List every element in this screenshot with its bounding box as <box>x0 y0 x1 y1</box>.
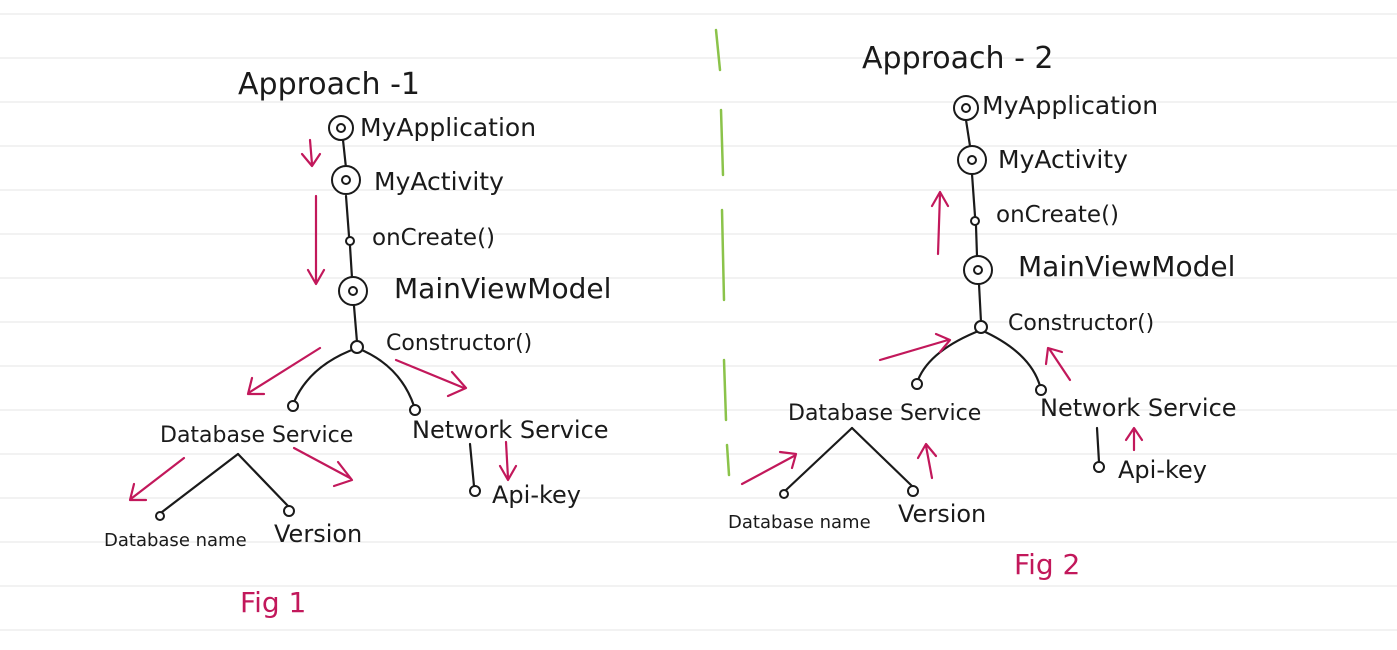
node-dot <box>155 511 165 521</box>
fig2-node-api-key: Api-key <box>1118 456 1207 484</box>
arrow-up-right <box>740 450 798 486</box>
edge <box>850 426 914 488</box>
fig1-node-database-service: Database Service <box>160 423 353 448</box>
arrow-down-left <box>246 346 322 396</box>
fig1-diagram: Approach -1 MyApplication MyActivity onC… <box>104 67 611 619</box>
node-dot <box>409 404 421 416</box>
edge <box>352 304 359 344</box>
node-dot <box>961 103 971 113</box>
edge <box>160 452 240 514</box>
fig2-node-oncreate: onCreate() <box>996 202 1119 228</box>
fig1-node-myactivity: MyActivity <box>374 167 504 196</box>
edge <box>784 426 854 492</box>
edge <box>979 328 1042 388</box>
fig1-node-version: Version <box>274 520 362 548</box>
arrow-up <box>930 190 950 256</box>
edge <box>468 442 476 488</box>
fig1-node-oncreate: onCreate() <box>372 225 495 251</box>
fig1-node-api-key: Api-key <box>492 481 581 509</box>
node-dot <box>469 485 481 497</box>
edge <box>348 244 354 280</box>
arrow-up-right <box>878 332 952 362</box>
edge <box>977 282 983 324</box>
fig2-node-version: Version <box>898 500 986 528</box>
node-dot <box>345 236 355 246</box>
edge <box>341 138 348 170</box>
arrow-up <box>916 442 938 480</box>
fig1-node-mainviewmodel: MainViewModel <box>394 272 611 305</box>
node-dot <box>970 216 980 226</box>
node-dot <box>911 378 923 390</box>
node-dot <box>1093 461 1105 473</box>
fig1-node-myapplication: MyApplication <box>360 113 536 142</box>
fig2-node-mainviewmodel: MainViewModel <box>1018 250 1235 283</box>
fig2-node-network-service: Network Service <box>1040 394 1237 422</box>
fig2-diagram: Approach - 2 MyApplication MyActivity on… <box>728 41 1237 581</box>
fig2-caption: Fig 2 <box>1014 548 1080 581</box>
diagram-canvas: Approach -1 MyApplication MyActivity onC… <box>0 13 1397 631</box>
node-dot <box>336 123 346 133</box>
node-dot <box>348 286 358 296</box>
edge <box>964 118 972 148</box>
fig1-node-network-service: Network Service <box>412 416 609 444</box>
fig2-node-myactivity: MyActivity <box>998 145 1128 174</box>
fig1-title: Approach -1 <box>238 67 420 102</box>
arrow-up-left <box>1044 346 1072 382</box>
arrow-down <box>498 440 518 482</box>
arrow-down <box>306 194 326 286</box>
fig1-node-database-name: Database name <box>104 530 247 551</box>
fig2-title: Approach - 2 <box>862 41 1054 76</box>
fig1-node-constructor: Constructor() <box>386 331 532 356</box>
edge <box>1095 426 1101 464</box>
node-dot <box>350 340 364 354</box>
node-dot <box>967 155 977 165</box>
fig2-node-database-service: Database Service <box>788 401 981 426</box>
edge <box>355 346 416 408</box>
fig2-node-myapplication: MyApplication <box>982 91 1158 120</box>
node-dot <box>283 505 295 517</box>
edge <box>916 328 983 382</box>
node-dot <box>287 400 299 412</box>
node-dot <box>907 485 919 497</box>
arrow-down <box>300 138 322 168</box>
edge <box>970 172 977 218</box>
node-dot <box>341 175 351 185</box>
node-dot <box>974 320 988 334</box>
node-dot <box>973 265 983 275</box>
notebook-page: Approach -1 MyApplication MyActivity onC… <box>0 0 1397 650</box>
fig2-node-constructor: Constructor() <box>1008 311 1154 336</box>
edge <box>974 224 979 258</box>
fig1-caption: Fig 1 <box>240 586 306 619</box>
figure-divider <box>714 28 731 477</box>
edge <box>292 346 359 404</box>
fig2-node-database-name: Database name <box>728 512 871 533</box>
arrow-down-left <box>128 456 186 502</box>
node-dot <box>779 489 789 499</box>
fig2-flow-arrows <box>740 190 1144 486</box>
edge <box>344 194 351 238</box>
arrow-up <box>1124 426 1144 452</box>
